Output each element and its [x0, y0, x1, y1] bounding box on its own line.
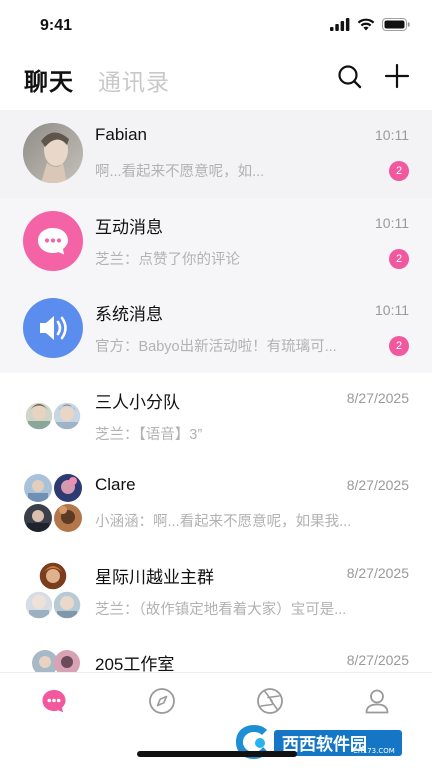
tab-chat[interactable]: 聊天: [24, 62, 74, 97]
chat-name: 互动消息: [95, 217, 163, 237]
group-avatar: [24, 400, 82, 431]
message-dots-icon: [23, 210, 83, 271]
chat-name: 星际川越业主群: [95, 567, 214, 587]
status-icons: [330, 18, 410, 31]
chat-preview: 官方：Babyo出新活动啦！有琉璃可...: [95, 339, 337, 355]
group-avatar: [24, 474, 82, 532]
chat-item-owners-group[interactable]: 星际川越业主群 芝兰：（故作镇定地看着大家）宝可是... 8/27/2025: [0, 548, 432, 636]
chat-time: 8/27/2025: [346, 652, 409, 668]
chat-name: 205工作室: [95, 655, 175, 672]
signal-icon: [330, 18, 350, 31]
chat-item-studio-205[interactable]: 205工作室 8/27/2025: [0, 635, 432, 672]
chat-preview: 芝兰：【语音】3”: [95, 426, 203, 443]
status-bar: 9:41: [0, 0, 432, 52]
unread-badge: 2: [389, 336, 409, 356]
chat-item-fabian[interactable]: Fabian 啊...看起来不愿意呢，如... 10:11 2: [0, 110, 432, 198]
chat-item-group-trio[interactable]: 三人小分队 芝兰：【语音】3” 8/27/2025: [0, 373, 432, 461]
status-time: 9:41: [40, 17, 73, 34]
chat-list: Fabian 啊...看起来不愿意呢，如... 10:11 2 互动消息 芝兰：…: [0, 110, 432, 672]
unread-badge: 2: [389, 161, 409, 181]
chat-item-interactions[interactable]: 互动消息 芝兰：点赞了你的评论 10:11 2: [0, 197, 432, 285]
chat-name: 系统消息: [95, 305, 163, 324]
chat-preview: 啊...看起来不愿意呢，如...: [95, 164, 265, 180]
chat-preview: 小涵涵：啊...看起来不愿意呢，如果我...: [95, 514, 352, 530]
chat-time: 10:11: [375, 302, 409, 318]
add-icon[interactable]: [384, 63, 410, 89]
chat-time: 10:11: [375, 214, 409, 231]
watermark-url: CR173.COM: [353, 747, 395, 755]
chat-time: 10:11: [375, 127, 409, 143]
home-indicator: [137, 751, 297, 757]
chat-name: Clare: [95, 475, 136, 494]
group-avatar: [32, 650, 80, 672]
search-icon[interactable]: [337, 64, 363, 90]
chat-name: Fabian: [95, 125, 147, 144]
battery-icon: [382, 18, 410, 31]
chat-item-system[interactable]: 系统消息 官方：Babyo出新活动啦！有琉璃可... 10:11 2: [0, 285, 432, 373]
chat-icon[interactable]: [39, 686, 69, 716]
chat-name: 三人小分队: [95, 392, 180, 412]
header: 聊天 通讯录: [0, 52, 432, 110]
avatar: [23, 123, 83, 183]
profile-icon[interactable]: [362, 686, 392, 716]
chat-preview: 芝兰：（故作镇定地看着大家）宝可是...: [95, 601, 347, 618]
chat-time: 8/27/2025: [346, 564, 409, 581]
chat-item-clare[interactable]: Clare 小涵涵：啊...看起来不愿意呢，如果我... 8/27/2025: [0, 460, 432, 548]
chat-preview: 芝兰：点赞了你的评论: [95, 251, 240, 268]
chat-time: 8/27/2025: [346, 477, 409, 493]
group-avatar: [24, 560, 82, 620]
aperture-icon[interactable]: [255, 686, 285, 716]
chat-time: 8/27/2025: [346, 389, 409, 406]
tab-contacts[interactable]: 通讯录: [98, 63, 170, 97]
compass-icon[interactable]: [147, 686, 177, 716]
wifi-icon: [357, 18, 375, 31]
unread-badge: 2: [389, 248, 409, 269]
speaker-icon: [23, 298, 83, 358]
